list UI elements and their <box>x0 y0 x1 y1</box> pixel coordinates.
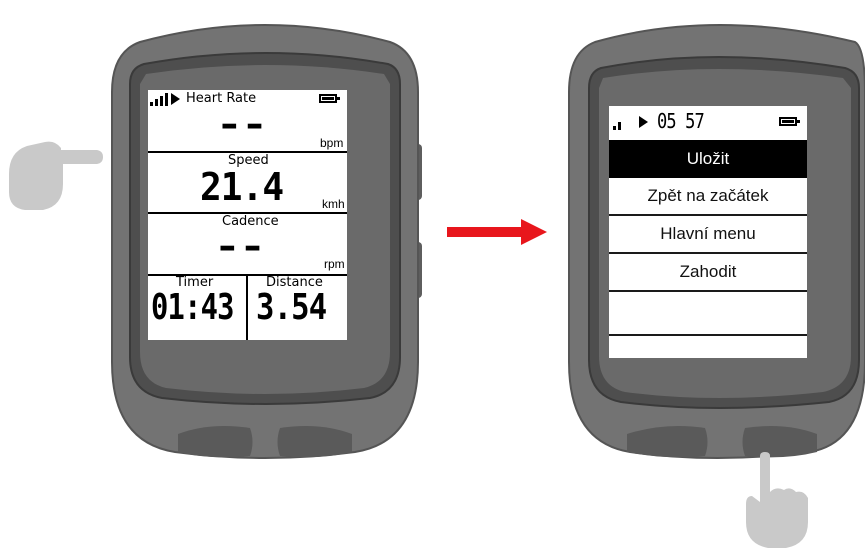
heart-rate-unit: bpm <box>320 136 344 150</box>
menu-item-empty <box>609 292 807 336</box>
recording-play-icon <box>171 93 180 105</box>
menu-item-discard[interactable]: Zahodit <box>609 254 807 292</box>
signal-bar-icon <box>155 99 158 106</box>
right-bike-computer: 05 57 Uložit Zpět na začátek Hlavní menu… <box>555 12 865 482</box>
distance-value: 3.54 <box>256 287 327 328</box>
menu-screen: 05 57 Uložit Zpět na začátek Hlavní menu… <box>609 106 807 358</box>
menu-item-back-to-start[interactable]: Zpět na začátek <box>609 178 807 216</box>
signal-bar-icon <box>618 122 621 130</box>
pointing-hand-icon <box>9 141 103 210</box>
heart-rate-value: -- <box>216 105 268 145</box>
ride-data-screen: Heart Rate -- bpm Speed 21.4 kmh Cadence… <box>148 90 347 340</box>
cadence-unit: rpm <box>324 257 345 271</box>
cadence-value: -- <box>214 227 266 267</box>
battery-icon <box>779 117 800 126</box>
heart-rate-title: Heart Rate <box>186 91 257 106</box>
signal-bar-icon <box>150 102 153 106</box>
recording-play-icon <box>639 116 648 128</box>
field-divider-vertical <box>246 274 248 340</box>
menu-item-main-menu[interactable]: Hlavní menu <box>609 216 807 254</box>
transition-arrow-icon <box>447 219 547 245</box>
speed-unit: kmh <box>322 197 345 211</box>
signal-bar-icon <box>613 126 616 130</box>
timer-value: 01:43 <box>151 287 235 328</box>
speed-value: 21.4 <box>200 165 284 209</box>
pressing-hand-icon <box>746 452 808 548</box>
signal-bar-icon <box>160 96 163 106</box>
menu-item-save[interactable]: Uložit <box>609 140 807 178</box>
status-bar: 05 57 <box>609 106 807 136</box>
battery-icon <box>319 94 340 103</box>
signal-bar-icon <box>165 93 168 106</box>
left-bike-computer: Heart Rate -- bpm Speed 21.4 kmh Cadence… <box>100 12 430 482</box>
clock-time: 05 57 <box>657 109 705 133</box>
